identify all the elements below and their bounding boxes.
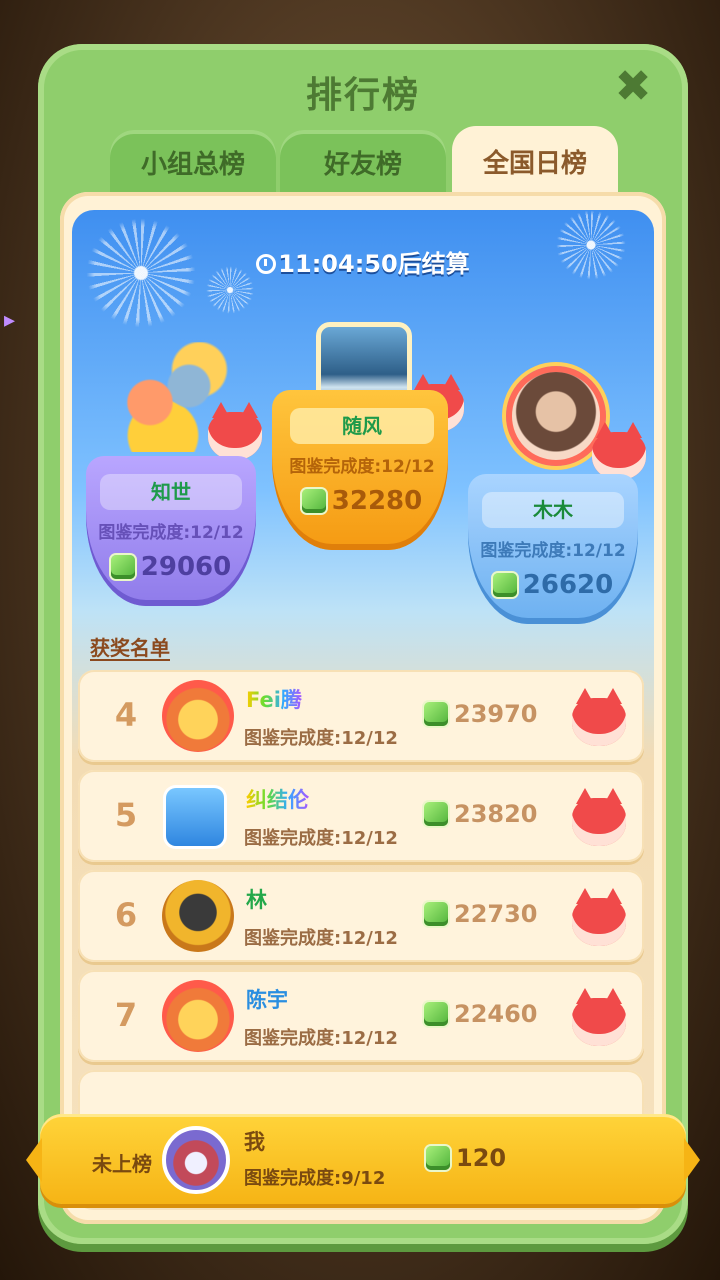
fox-badge-icon: [572, 888, 626, 946]
gem-icon: [426, 1146, 450, 1170]
panel-title: 排行榜: [305, 75, 420, 116]
podium-first-name: 随风: [290, 408, 434, 444]
podium-second-completion: 图鉴完成度:12/12: [98, 523, 244, 543]
my-name: 我: [244, 1130, 265, 1154]
player-score: 22730: [424, 900, 538, 928]
player-name: 陈宇: [246, 988, 288, 1012]
gem-icon: [424, 702, 448, 726]
fox-badge-icon: [572, 988, 626, 1046]
player-completion: 图鉴完成度:12/12: [244, 1028, 398, 1049]
player-score: 23820: [424, 800, 538, 828]
player-score: 23970: [424, 700, 538, 728]
podium-first-completion: 图鉴完成度:12/12: [289, 457, 435, 477]
podium-third-completion: 图鉴完成度:12/12: [480, 541, 626, 561]
rank-list[interactable]: 4 Fei腾 图鉴完成度:12/12 23970 5 纠结伦 图鉴完成度:12/…: [78, 670, 644, 1170]
tab-bar: 小组总榜 好友榜 全国日榜: [110, 126, 620, 206]
podium-second-name: 知世: [100, 474, 242, 510]
player-completion: 图鉴完成度:12/12: [244, 828, 398, 849]
rank-number: 7: [114, 996, 138, 1034]
side-arrow-icon[interactable]: ▸: [4, 308, 24, 334]
podium-third-score: 26620: [468, 570, 638, 600]
player-avatar[interactable]: [162, 880, 234, 952]
gem-icon: [424, 802, 448, 826]
my-avatar[interactable]: [162, 1126, 230, 1194]
player-completion: 图鉴完成度:12/12: [244, 728, 398, 749]
my-completion: 图鉴完成度:9/12: [244, 1168, 386, 1189]
my-score: 120: [426, 1144, 506, 1172]
player-avatar[interactable]: [166, 788, 224, 846]
player-score: 22460: [424, 1000, 538, 1028]
close-icon[interactable]: ✖: [612, 65, 654, 109]
player-avatar[interactable]: [162, 680, 234, 752]
podium-second-score: 29060: [86, 552, 256, 582]
rank-row[interactable]: 6 林 图鉴完成度:12/12 22730: [78, 870, 644, 962]
gem-icon: [110, 555, 135, 579]
fox-badge-icon: [572, 688, 626, 746]
player-name: Fei腾: [246, 684, 302, 714]
gem-icon: [301, 489, 326, 513]
rank-number: 4: [114, 696, 138, 734]
clock-icon: [256, 254, 277, 274]
gem-icon: [492, 573, 517, 597]
settlement-timer: 11:04:50后结算: [72, 244, 654, 279]
rank-row[interactable]: 7 陈宇 图鉴完成度:12/12 22460: [78, 970, 644, 1062]
rank-row[interactable]: 4 Fei腾 图鉴完成度:12/12 23970: [78, 670, 644, 762]
player-name: 纠结伦: [246, 784, 309, 814]
player-avatar[interactable]: [162, 980, 234, 1052]
player-completion: 图鉴完成度:12/12: [244, 928, 398, 949]
my-rank-bar[interactable]: 未上榜 我 图鉴完成度:9/12 120: [26, 1114, 700, 1204]
podium-third-name: 木木: [482, 492, 624, 528]
gem-icon: [424, 902, 448, 926]
fox-badge-icon: [572, 788, 626, 846]
rank-row[interactable]: 5 纠结伦 图鉴完成度:12/12 23820: [78, 770, 644, 862]
fox-badge-icon: [208, 402, 262, 460]
leaderboard-panel: 排行榜 ✖ 小组总榜 好友榜 全国日榜 11:04:50后结算 知世 图鉴完成度…: [38, 44, 688, 1244]
player-name: 林: [246, 888, 267, 912]
gem-icon: [424, 1002, 448, 1026]
ranking-area[interactable]: 11:04:50后结算 知世 图鉴完成度:12/12 29060 随风 图鉴完成…: [72, 210, 654, 1210]
award-list-title: 获奖名单: [90, 636, 170, 660]
timer-text: 11:04:50后结算: [278, 250, 470, 278]
fox-badge-icon: [592, 422, 646, 480]
podium-first-score: 32280: [272, 486, 452, 516]
my-rank-status: 未上榜: [92, 1152, 152, 1176]
tab-content: 11:04:50后结算 知世 图鉴完成度:12/12 29060 随风 图鉴完成…: [60, 192, 666, 1224]
rank-number: 5: [114, 796, 138, 834]
rank-number: 6: [114, 896, 138, 934]
third-place-avatar[interactable]: [506, 366, 606, 466]
